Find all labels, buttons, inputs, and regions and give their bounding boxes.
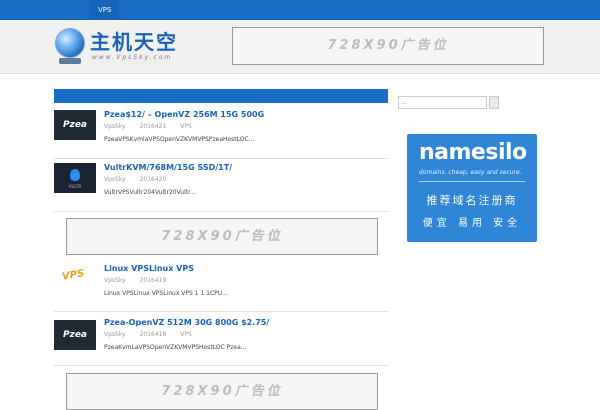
post-meta: VpsSky 2016421 VPS	[104, 123, 204, 130]
namesilo-ad[interactable]: namesilo domains. cheap, easy and secure…	[407, 134, 537, 242]
top-nav-bar: VPS	[0, 0, 600, 20]
thumbnail-label: VULTR	[68, 184, 82, 189]
post-meta: VpsSky 2016420	[104, 176, 178, 183]
post-thumbnail[interactable]: Pzea	[54, 320, 96, 350]
post-date: 2016418	[139, 331, 167, 338]
content-header-bar	[54, 89, 388, 103]
logo-url: www.VpsSky.com	[92, 54, 173, 61]
post-item: VULTR VultrKVM/768M/15G SSD/1T/ VpsSky 2…	[54, 163, 389, 213]
post-item: Pzea Pzea$12/ – OpenVZ 256M 15G 500G Vps…	[54, 110, 389, 160]
logo-stand	[59, 58, 81, 64]
post-title[interactable]: Pzea-OpenVZ 512M 30G 800G $2.75/	[104, 318, 269, 327]
header-ad-banner[interactable]: 728X90广告位	[232, 27, 544, 65]
post-item: Pzea Pzea-OpenVZ 512M 30G 800G $2.75/ Vp…	[54, 318, 389, 366]
post-thumbnail[interactable]: Pzea	[54, 110, 96, 140]
post-title[interactable]: Pzea$12/ – OpenVZ 256M 15G 500G	[104, 110, 264, 119]
post-thumbnail[interactable]: VULTR	[54, 163, 96, 193]
post-excerpt: VultrVPSVultr204Vultr20Vultr...	[104, 189, 196, 196]
post-author[interactable]: VpsSky	[104, 123, 126, 130]
post-author[interactable]: VpsSky	[104, 331, 126, 338]
logo-title: 主机天空	[90, 30, 178, 54]
post-divider	[54, 311, 389, 312]
post-category[interactable]: VPS	[180, 331, 192, 338]
post-date: 2016419	[139, 277, 167, 284]
globe-icon	[55, 28, 85, 58]
post-title[interactable]: VultrKVM/768M/15G SSD/1T/	[104, 163, 232, 172]
post-item: VPS Linux VPSLinux VPS VpsSky 2016419 Li…	[54, 264, 389, 314]
site-header: 主机天空 www.VpsSky.com 728X90广告位	[0, 20, 600, 74]
post-author[interactable]: VpsSky	[104, 277, 126, 284]
search-button[interactable]	[489, 96, 499, 109]
namesilo-recommend-text: 推荐域名注册商	[426, 194, 518, 207]
post-date: 2016420	[139, 176, 167, 183]
namesilo-feature-text: 便宜 易用 安全	[422, 218, 522, 229]
post-divider	[54, 158, 389, 159]
post-author[interactable]: VpsSky	[104, 176, 126, 183]
vultr-bird-icon	[70, 169, 80, 181]
content-ad-banner[interactable]: 728X90广告位	[66, 218, 378, 255]
post-title[interactable]: Linux VPSLinux VPS	[104, 264, 194, 273]
nav-item-vps[interactable]: VPS	[90, 0, 120, 20]
post-category[interactable]: VPS	[180, 123, 192, 130]
site-logo[interactable]: 主机天空 www.VpsSky.com	[55, 26, 190, 68]
post-divider	[54, 211, 389, 212]
post-meta: VpsSky 2016419	[104, 277, 178, 284]
post-excerpt: PzeaVPSKvmlaVPSOpenVZKVMVPSPzeaHostLOC..…	[104, 136, 255, 143]
namesilo-divider	[419, 181, 525, 182]
content-ad-banner[interactable]: 728X90广告位	[66, 373, 378, 410]
namesilo-brand: namesilo	[419, 140, 527, 165]
post-date: 2016421	[139, 123, 167, 130]
search-input[interactable]	[398, 96, 487, 109]
post-thumbnail[interactable]: VPS	[54, 264, 96, 294]
post-meta: VpsSky 2016418 VPS	[104, 331, 204, 338]
namesilo-tagline: domains. cheap, easy and secure.	[419, 169, 522, 176]
post-divider	[54, 365, 389, 366]
post-excerpt: PzeaKvmLaVPSOpenVZKVMVPSHostLOC Pzea...	[104, 344, 247, 351]
post-excerpt: Linux VPSLinux VPSLinux VPS 1 1.1CPU...	[104, 290, 228, 297]
thumbnail-label: VPS	[61, 268, 86, 283]
